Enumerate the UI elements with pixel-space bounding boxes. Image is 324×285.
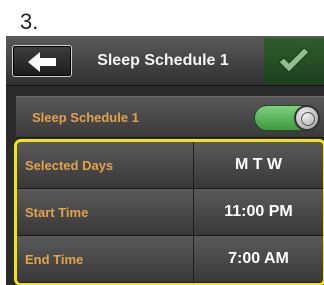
end-time-label: End Time bbox=[25, 251, 84, 267]
selected-days-value[interactable]: M T W bbox=[193, 142, 323, 188]
schedule-panel: Selected Days M T W Start Time 11:00 PM … bbox=[14, 139, 324, 285]
start-time-row[interactable]: Start Time 11:00 PM bbox=[17, 189, 323, 236]
end-time-value[interactable]: 7:00 AM bbox=[193, 236, 323, 282]
selected-days-row[interactable]: Selected Days M T W bbox=[17, 142, 323, 189]
sleep-schedule-toggle-row: Sleep Schedule 1 bbox=[16, 96, 324, 138]
header-bar: Sleep Schedule 1 bbox=[6, 36, 324, 86]
toggle-row-label: Sleep Schedule 1 bbox=[32, 109, 139, 125]
arrow-left-icon bbox=[28, 52, 56, 72]
toggle-knob bbox=[294, 105, 320, 131]
back-button[interactable] bbox=[12, 45, 72, 77]
checkmark-icon bbox=[278, 47, 310, 73]
start-time-value[interactable]: 11:00 PM bbox=[193, 189, 323, 235]
start-time-label: Start Time bbox=[25, 204, 89, 220]
end-time-row[interactable]: End Time 7:00 AM bbox=[17, 236, 323, 283]
sleep-schedule-toggle[interactable] bbox=[254, 105, 320, 131]
page-title: Sleep Schedule 1 bbox=[97, 52, 229, 69]
device-screen: Sleep Schedule 1 Sleep Schedule 1 Select… bbox=[6, 36, 324, 285]
selected-days-label: Selected Days bbox=[25, 157, 114, 173]
confirm-button[interactable] bbox=[264, 38, 324, 84]
step-label: 3. bbox=[20, 9, 39, 34]
